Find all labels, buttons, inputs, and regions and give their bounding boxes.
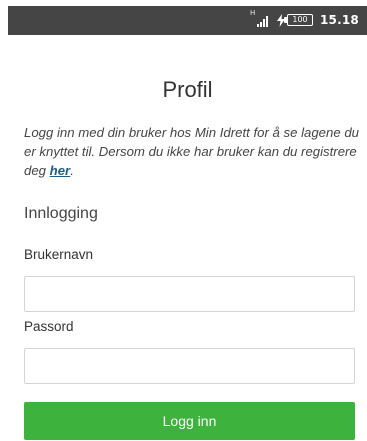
intro-text-end: . <box>70 163 74 178</box>
battery-icon: 100 <box>287 14 313 26</box>
username-label: Brukernavn <box>24 247 94 262</box>
status-bar: H 100 15.18 <box>8 6 367 35</box>
login-section-heading: Innlogging <box>24 205 98 222</box>
username-input[interactable] <box>24 276 355 312</box>
intro-text-body: Logg inn med din bruker hos Min Idrett f… <box>24 125 360 178</box>
network-type-indicator: H <box>250 9 256 17</box>
signal-icon <box>257 16 268 27</box>
register-link[interactable]: her <box>50 163 71 178</box>
profile-screen: H 100 15.18 Profil Logg inn med din bruk… <box>0 0 367 441</box>
password-label: Passord <box>24 319 74 334</box>
password-input[interactable] <box>24 348 355 384</box>
login-button[interactable]: Logg inn <box>24 402 355 440</box>
page-title: Profil <box>162 77 213 102</box>
status-time: 15.18 <box>320 13 359 27</box>
intro-text: Logg inn med din bruker hos Min Idrett f… <box>24 123 360 180</box>
